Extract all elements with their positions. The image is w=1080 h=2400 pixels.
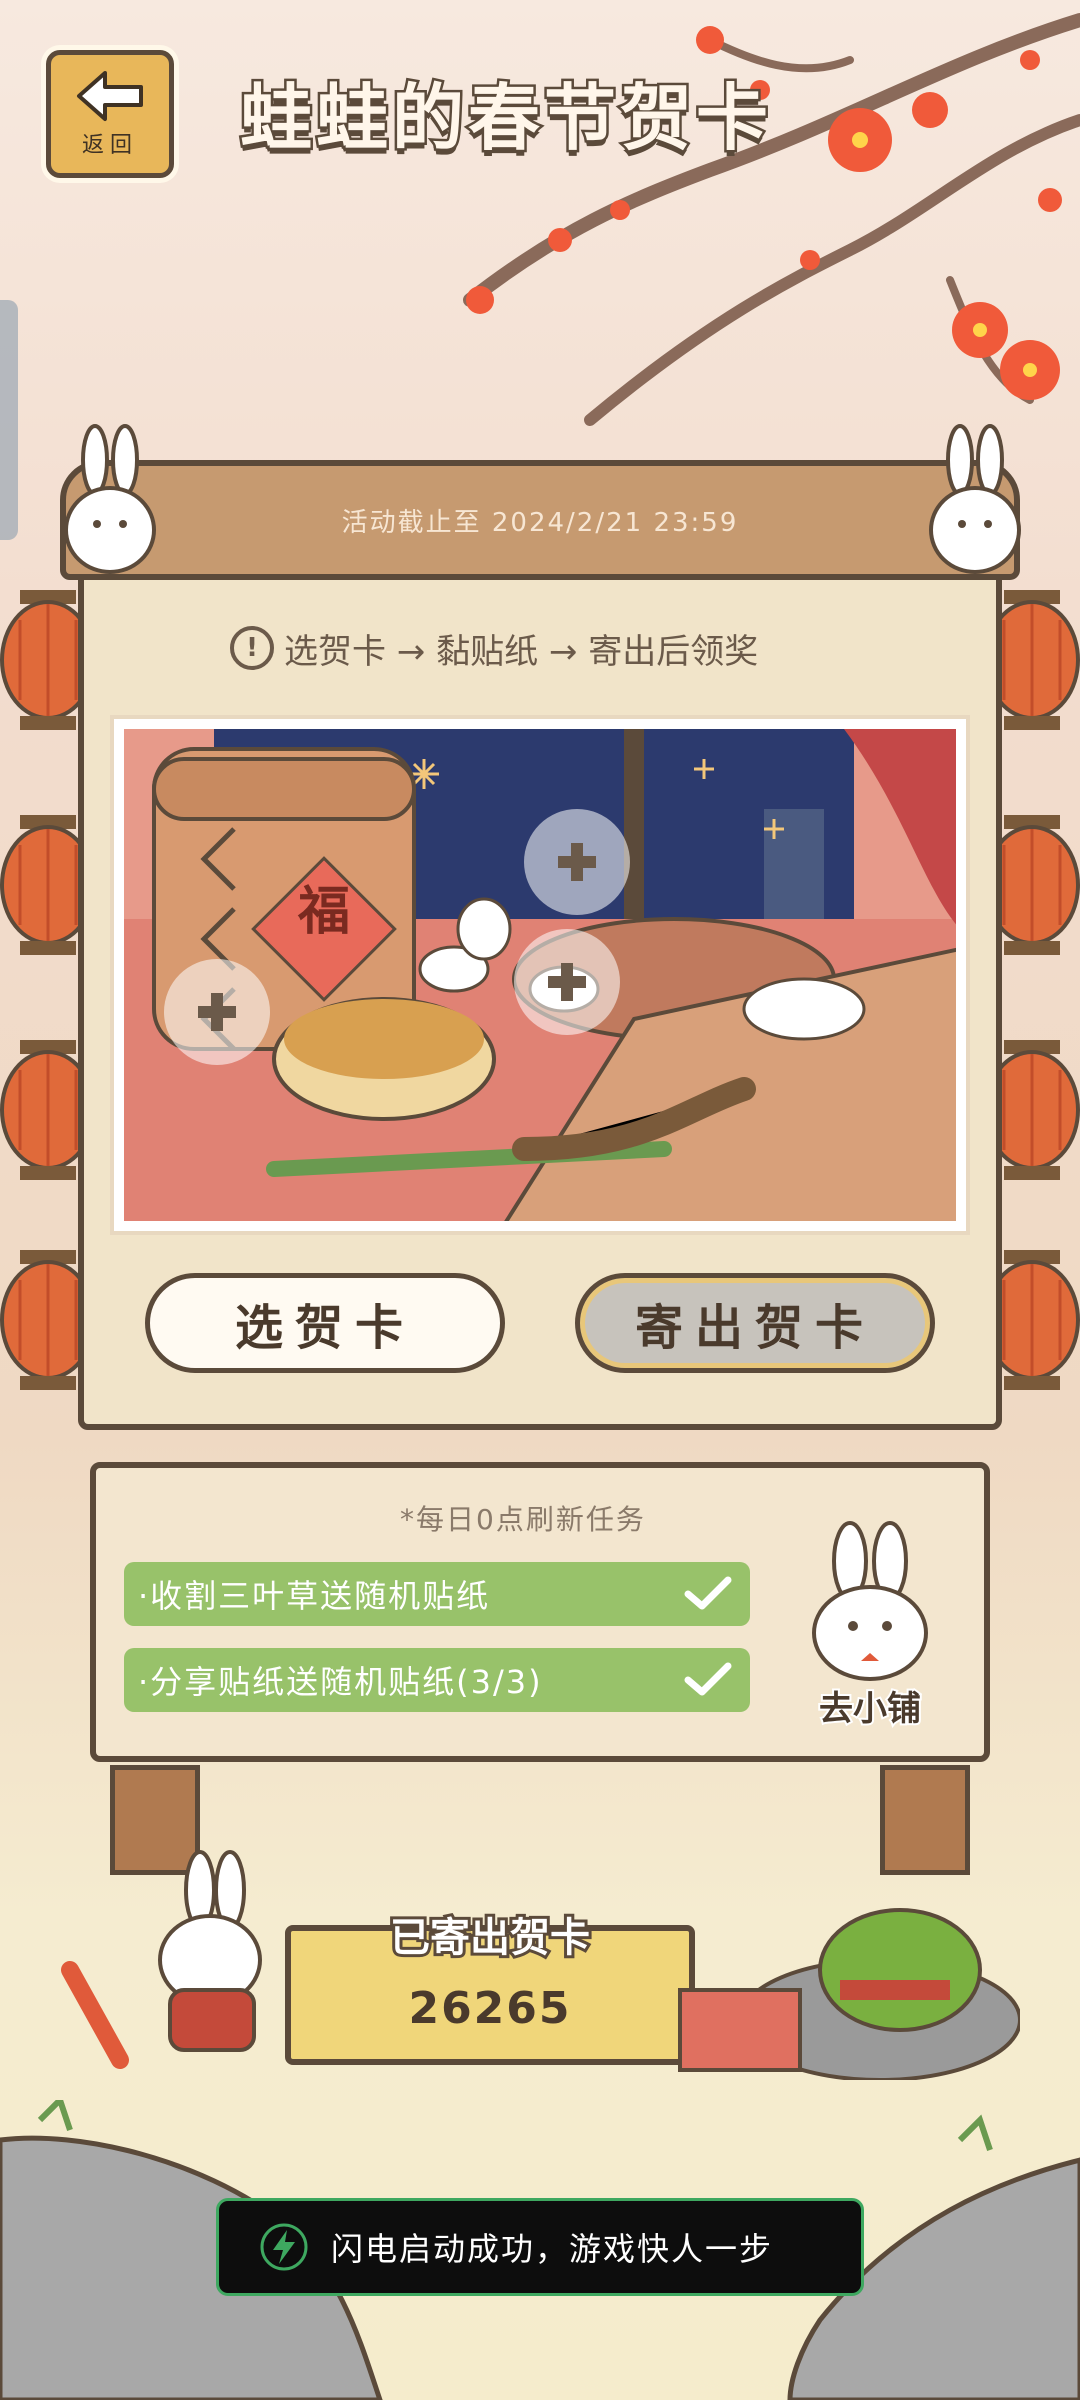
card-stamp-label: 福	[297, 882, 350, 942]
sent-cards-count: 26265	[408, 1982, 572, 2034]
frog-and-gifts-decoration	[678, 1908, 1020, 2080]
exclamation-icon: !	[230, 626, 274, 670]
signpost-leg	[880, 1765, 970, 1875]
back-label: 返回	[81, 133, 138, 158]
page-title: 蛙蛙的春节贺卡	[238, 74, 773, 163]
sent-cards-title: 已寄出贺卡	[387, 1912, 593, 1964]
instructions-text: 选贺卡 → 黏贴纸 → 寄出后领奖	[284, 631, 759, 672]
check-icon	[684, 1576, 732, 1610]
task-label: ·分享贴纸送随机贴纸(3/3)	[138, 1663, 543, 1701]
board-header: 活动截止至 2024/2/21 23:59	[60, 460, 1020, 580]
left-arrow-icon	[77, 71, 143, 121]
shop-label: 去小铺	[817, 1687, 923, 1731]
rabbit-decoration	[929, 424, 1021, 574]
greeting-card[interactable]: 福	[110, 715, 970, 1235]
rabbit-shopkeeper-icon	[812, 1521, 928, 1681]
event-deadline: 活动截止至 2024/2/21 23:59	[341, 507, 739, 538]
add-sticker-button[interactable]	[514, 929, 620, 1035]
plus-icon	[548, 963, 586, 1001]
back-button[interactable]: 返回	[46, 50, 174, 178]
instructions: ! 选贺卡 → 黏贴纸 → 寄出后领奖	[230, 618, 850, 678]
send-card-button[interactable]: 寄出贺卡	[575, 1273, 935, 1373]
select-card-button[interactable]: 选贺卡	[145, 1273, 505, 1373]
plus-icon	[198, 993, 236, 1031]
shop-button[interactable]: 去小铺	[780, 1510, 960, 1731]
rabbit-decoration	[64, 424, 156, 574]
launch-toast: 闪电启动成功，游戏快人一步	[216, 2198, 864, 2296]
task-item[interactable]: ·分享贴纸送随机贴纸(3/3)	[124, 1648, 750, 1712]
check-icon	[684, 1662, 732, 1696]
add-sticker-button[interactable]	[164, 959, 270, 1065]
rabbit-firecracker-decoration	[61, 1850, 262, 2069]
side-drawer-tab[interactable]	[0, 300, 18, 540]
add-sticker-button[interactable]	[524, 809, 630, 915]
refresh-note: *每日0点刷新任务	[400, 1503, 646, 1536]
card-scene: 福	[124, 729, 956, 1221]
toast-text: 闪电启动成功，游戏快人一步	[331, 2230, 774, 2268]
task-label: ·收割三叶草送随机贴纸	[138, 1577, 491, 1615]
lightning-icon	[260, 2223, 308, 2271]
plus-icon	[558, 843, 596, 881]
task-item[interactable]: ·收割三叶草送随机贴纸	[124, 1562, 750, 1626]
